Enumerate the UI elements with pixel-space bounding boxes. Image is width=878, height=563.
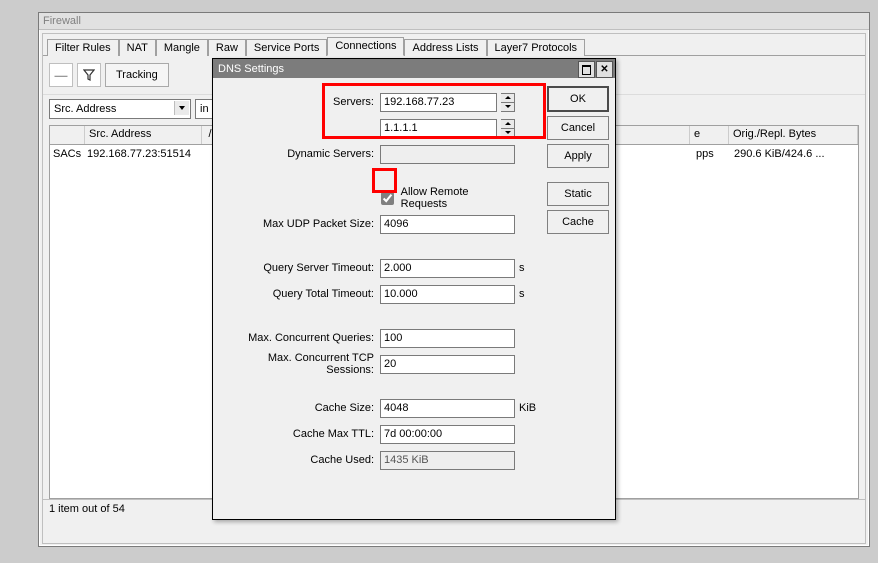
apply-button[interactable]: Apply xyxy=(547,144,609,168)
max-concurrent-queries-label: Max. Concurrent Queries: xyxy=(219,332,376,344)
static-button[interactable]: Static xyxy=(547,182,609,206)
funnel-icon xyxy=(83,69,95,81)
query-total-timeout-label: Query Total Timeout: xyxy=(219,288,376,300)
filter-button[interactable] xyxy=(77,63,101,87)
server1-spinner[interactable] xyxy=(501,93,515,112)
allow-remote-label: Allow Remote Requests xyxy=(401,186,516,210)
chevron-down-icon xyxy=(505,105,511,108)
tab-layer7[interactable]: Layer7 Protocols xyxy=(487,39,586,56)
cache-used-field: 1435 KiB xyxy=(380,451,515,470)
cache-used-label: Cache Used: xyxy=(219,454,376,466)
max-udp-input[interactable]: 4096 xyxy=(380,215,515,234)
cache-max-ttl-label: Cache Max TTL: xyxy=(219,428,376,440)
firewall-title-text: Firewall xyxy=(43,15,81,27)
query-server-timeout-label: Query Server Timeout: xyxy=(219,262,376,274)
cache-size-label: Cache Size: xyxy=(219,402,376,414)
col-marker[interactable] xyxy=(50,126,85,144)
chevron-up-icon xyxy=(505,122,511,125)
dialog-close-button[interactable]: ✕ xyxy=(596,61,613,78)
server1-input[interactable]: 192.168.77.23 xyxy=(380,93,497,112)
tab-address-lists[interactable]: Address Lists xyxy=(404,39,486,56)
cache-size-input[interactable]: 4048 xyxy=(380,399,515,418)
tab-mangle[interactable]: Mangle xyxy=(156,39,208,56)
row-tag: SACs xyxy=(50,147,83,161)
query-server-timeout-input[interactable]: 2.000 xyxy=(380,259,515,278)
dns-title-text: DNS Settings xyxy=(218,63,284,75)
max-concurrent-queries-input[interactable]: 100 xyxy=(380,329,515,348)
dns-titlebar[interactable]: DNS Settings ✕ xyxy=(213,59,615,78)
max-udp-label: Max UDP Packet Size: xyxy=(219,218,376,230)
chevron-down-icon xyxy=(174,101,189,115)
max-concurrent-tcp-label: Max. Concurrent TCP Sessions: xyxy=(219,352,376,376)
query-total-timeout-input[interactable]: 10.000 xyxy=(380,285,515,304)
dialog-maximize-button[interactable] xyxy=(578,61,595,78)
kib-unit: KiB xyxy=(519,402,541,414)
firewall-titlebar: Firewall xyxy=(39,13,869,30)
dns-form: Servers: 192.168.77.23 1.1.1.1 Dynamic S… xyxy=(219,86,541,470)
tab-connections[interactable]: Connections xyxy=(327,37,404,56)
allow-remote-checkbox[interactable] xyxy=(381,192,394,205)
status-text: 1 item out of 54 xyxy=(49,503,125,515)
cache-max-ttl-input[interactable]: 7d 00:00:00 xyxy=(380,425,515,444)
dynamic-servers-label: Dynamic Servers: xyxy=(219,148,376,160)
tab-nat[interactable]: NAT xyxy=(119,39,156,56)
col-src-address[interactable]: Src. Address xyxy=(85,126,202,144)
cancel-button[interactable]: Cancel xyxy=(547,116,609,140)
close-icon: ✕ xyxy=(600,64,608,75)
server2-input[interactable]: 1.1.1.1 xyxy=(380,119,497,138)
filter-field-select[interactable]: Src. Address xyxy=(49,99,191,119)
row-bytes: 290.6 KiB/424.6 ... xyxy=(730,147,858,161)
max-concurrent-tcp-input[interactable]: 20 xyxy=(380,355,515,374)
chevron-down-icon xyxy=(505,131,511,134)
tab-filter-rules[interactable]: Filter Rules xyxy=(47,39,119,56)
firewall-tabstrip: Filter Rules NAT Mangle Raw Service Port… xyxy=(43,34,865,56)
row-e: pps xyxy=(692,147,730,161)
servers-label: Servers: xyxy=(219,96,376,108)
dynamic-servers-field xyxy=(380,145,515,164)
chevron-up-icon xyxy=(505,96,511,99)
square-icon xyxy=(582,65,591,75)
remove-button[interactable]: — xyxy=(49,63,73,87)
tab-service-ports[interactable]: Service Ports xyxy=(246,39,327,56)
seconds-unit: s xyxy=(519,288,541,300)
dns-settings-dialog: DNS Settings ✕ Servers: 192.168.77.23 1.… xyxy=(212,58,616,520)
col-e[interactable]: e xyxy=(690,126,729,144)
seconds-unit: s xyxy=(519,262,541,274)
row-src: 192.168.77.23:51514 xyxy=(83,147,207,161)
col-bytes[interactable]: Orig./Repl. Bytes xyxy=(729,126,858,144)
dns-button-column: OK Cancel Apply Static Cache xyxy=(547,86,609,470)
ok-button[interactable]: OK xyxy=(547,86,609,112)
tab-raw[interactable]: Raw xyxy=(208,39,246,56)
tracking-button[interactable]: Tracking xyxy=(105,63,169,87)
server2-spinner[interactable] xyxy=(501,119,515,138)
minus-icon: — xyxy=(55,68,68,83)
cache-button[interactable]: Cache xyxy=(547,210,609,234)
